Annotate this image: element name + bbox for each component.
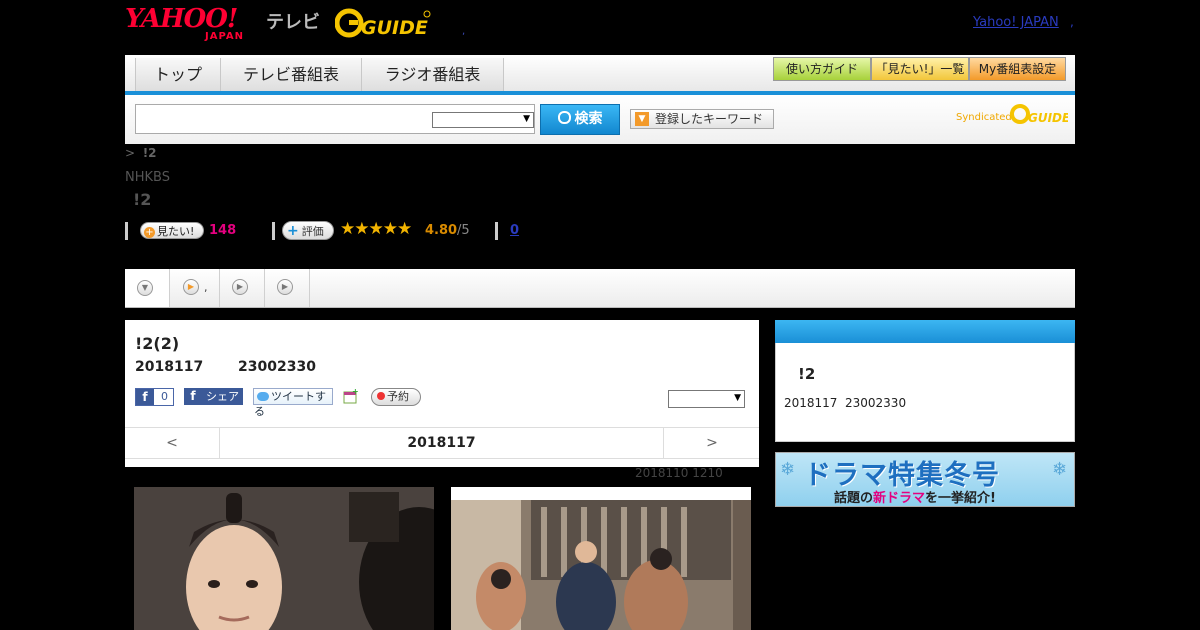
next-date-button[interactable]: > xyxy=(663,428,760,458)
my-listings-settings-button[interactable]: My番組表設定 xyxy=(969,57,1066,81)
episode-select[interactable]: ▼ xyxy=(668,390,745,408)
gguide-small-icon: GUIDE xyxy=(1010,104,1068,125)
rate-button[interactable]: + 評価 xyxy=(282,221,334,240)
channel-name: NHKBS xyxy=(125,170,170,185)
saved-keywords-label: 登録したキーワード xyxy=(655,112,764,126)
logo-main-text: YAHOO! xyxy=(125,4,238,34)
rating-stars: ★★★★★ xyxy=(340,219,412,239)
want-button[interactable]: + 見たい! xyxy=(140,222,204,239)
program-title: !2 xyxy=(133,190,152,209)
dojo-photo-image xyxy=(451,487,751,630)
date-navigation: < 2018117 > xyxy=(125,427,759,459)
play-icon: ▶ xyxy=(277,279,293,295)
svg-text:+: + xyxy=(352,388,359,396)
breadcrumb-current: !2 xyxy=(142,146,157,160)
divider xyxy=(125,222,128,240)
tab-episodes[interactable]: ▶ , xyxy=(170,269,220,307)
update-timestamp: 2018110 1210 xyxy=(635,466,723,480)
samurai-photo-image xyxy=(134,487,434,630)
divider xyxy=(495,222,498,240)
banner-sub-pre: 話題の xyxy=(834,491,874,506)
tab-radio-listings[interactable]: ラジオ番組表 xyxy=(361,58,504,91)
rating-value: 4.80 xyxy=(425,223,458,238)
play-icon: ▶ xyxy=(232,279,248,295)
breadcrumb-arrow: > xyxy=(125,146,136,160)
side-date: 2018117 xyxy=(784,396,838,410)
main-nav: トップ テレビ番組表 ラジオ番組表 使い方ガイド 「見たい!」一覧 My番組表設… xyxy=(125,55,1075,95)
tab-episodes-label: , xyxy=(204,281,208,294)
tweet-button[interactable]: ツイートする xyxy=(253,388,333,418)
search-button[interactable]: 検索 xyxy=(540,104,620,135)
banner-sub-post: を一挙紹介! xyxy=(925,491,996,506)
episode-photo-1[interactable] xyxy=(134,487,434,630)
header-dot: , xyxy=(462,26,466,37)
episode-title: !2(2) xyxy=(135,334,180,353)
tab-tv-listings[interactable]: テレビ番組表 xyxy=(220,58,362,91)
chevron-down-icon: ▼ xyxy=(523,114,530,124)
episode-photo-2[interactable] xyxy=(451,487,751,630)
add-calendar-icon[interactable]: + xyxy=(343,387,359,404)
tab-reviews[interactable]: ▶ xyxy=(220,269,265,307)
side-panel-header xyxy=(775,320,1075,343)
chevron-down-icon: ▼ xyxy=(734,393,741,403)
program-tab-strip: ▼ ▶ , ▶ ▶ xyxy=(125,269,1075,308)
svg-text:GUIDE: GUIDE xyxy=(1028,111,1068,125)
gguide-logo[interactable]: GUIDE xyxy=(334,8,431,40)
rate-label: 評価 xyxy=(301,225,324,238)
search-category-select[interactable]: ▼ xyxy=(432,112,534,128)
drama-winter-banner[interactable]: ❄ ❄ ドラマ特集冬号 話題の新ドラマを一挙紹介! xyxy=(775,452,1075,507)
tab-related[interactable]: ▶ xyxy=(265,269,310,307)
svg-text:GUIDE: GUIDE xyxy=(361,17,428,39)
facebook-share-button[interactable]: f シェア xyxy=(184,388,243,405)
facebook-share-label: シェア xyxy=(206,390,239,403)
current-date: 2018117 xyxy=(407,435,476,451)
plus-icon: + xyxy=(144,227,155,238)
side-time: 23002330 xyxy=(845,396,907,410)
gguide-logo-icon: GUIDE xyxy=(334,8,431,39)
tab-top[interactable]: トップ xyxy=(135,58,221,91)
episode-date: 2018117 xyxy=(135,359,204,375)
rating-max: /5 xyxy=(457,223,470,238)
search-button-label: 検索 xyxy=(574,111,603,127)
twitter-icon xyxy=(257,392,269,401)
tab-info[interactable]: ▼ xyxy=(125,269,170,307)
plus-icon: + xyxy=(287,223,299,239)
episode-time: 23002330 xyxy=(238,359,316,375)
divider xyxy=(272,222,275,240)
banner-sub-em: 新ドラマ xyxy=(873,491,926,506)
syndicated-gguide-logo: Syndicated GUIDE xyxy=(956,102,1068,128)
snowflake-icon: ❄ xyxy=(1052,459,1068,480)
want-label: 見たい! xyxy=(157,225,195,238)
facebook-like-button[interactable]: f 0 xyxy=(135,388,174,406)
reserve-label: 予約 xyxy=(387,390,409,403)
header-dot-right: , xyxy=(1070,15,1074,29)
facebook-icon: f xyxy=(190,389,196,403)
dropdown-arrow-icon: ▼ xyxy=(635,112,649,126)
chevron-down-icon: ▼ xyxy=(137,280,153,296)
side-program-title[interactable]: !2 xyxy=(798,365,815,383)
record-icon xyxy=(377,392,385,400)
breadcrumb: > !2 xyxy=(125,146,157,160)
tv-label[interactable]: テレビ xyxy=(266,8,320,34)
play-icon: ▶ xyxy=(183,279,199,295)
yahoo-japan-logo[interactable]: YAHOO! JAPAN xyxy=(125,6,263,42)
reserve-button[interactable]: 予約 xyxy=(371,388,421,406)
facebook-like-count: 0 xyxy=(161,390,168,403)
want-count: 148 xyxy=(209,223,237,238)
snowflake-icon: ❄ xyxy=(780,459,796,480)
saved-keywords-button[interactable]: ▼ 登録したキーワード xyxy=(630,109,774,129)
usage-guide-button[interactable]: 使い方ガイド xyxy=(773,57,871,81)
syndicated-label: Syndicated xyxy=(956,112,1012,123)
prev-date-button[interactable]: < xyxy=(125,428,220,458)
yahoo-japan-link[interactable]: Yahoo! JAPAN xyxy=(973,15,1059,30)
search-icon xyxy=(557,111,571,124)
facebook-icon: f xyxy=(136,389,154,405)
review-count-link[interactable]: 0 xyxy=(510,223,519,238)
want-list-button[interactable]: 「見たい!」一覧 xyxy=(871,57,969,81)
logo-sub-text: JAPAN xyxy=(205,31,244,42)
banner-subline: 話題の新ドラマを一挙紹介! xyxy=(834,487,996,506)
